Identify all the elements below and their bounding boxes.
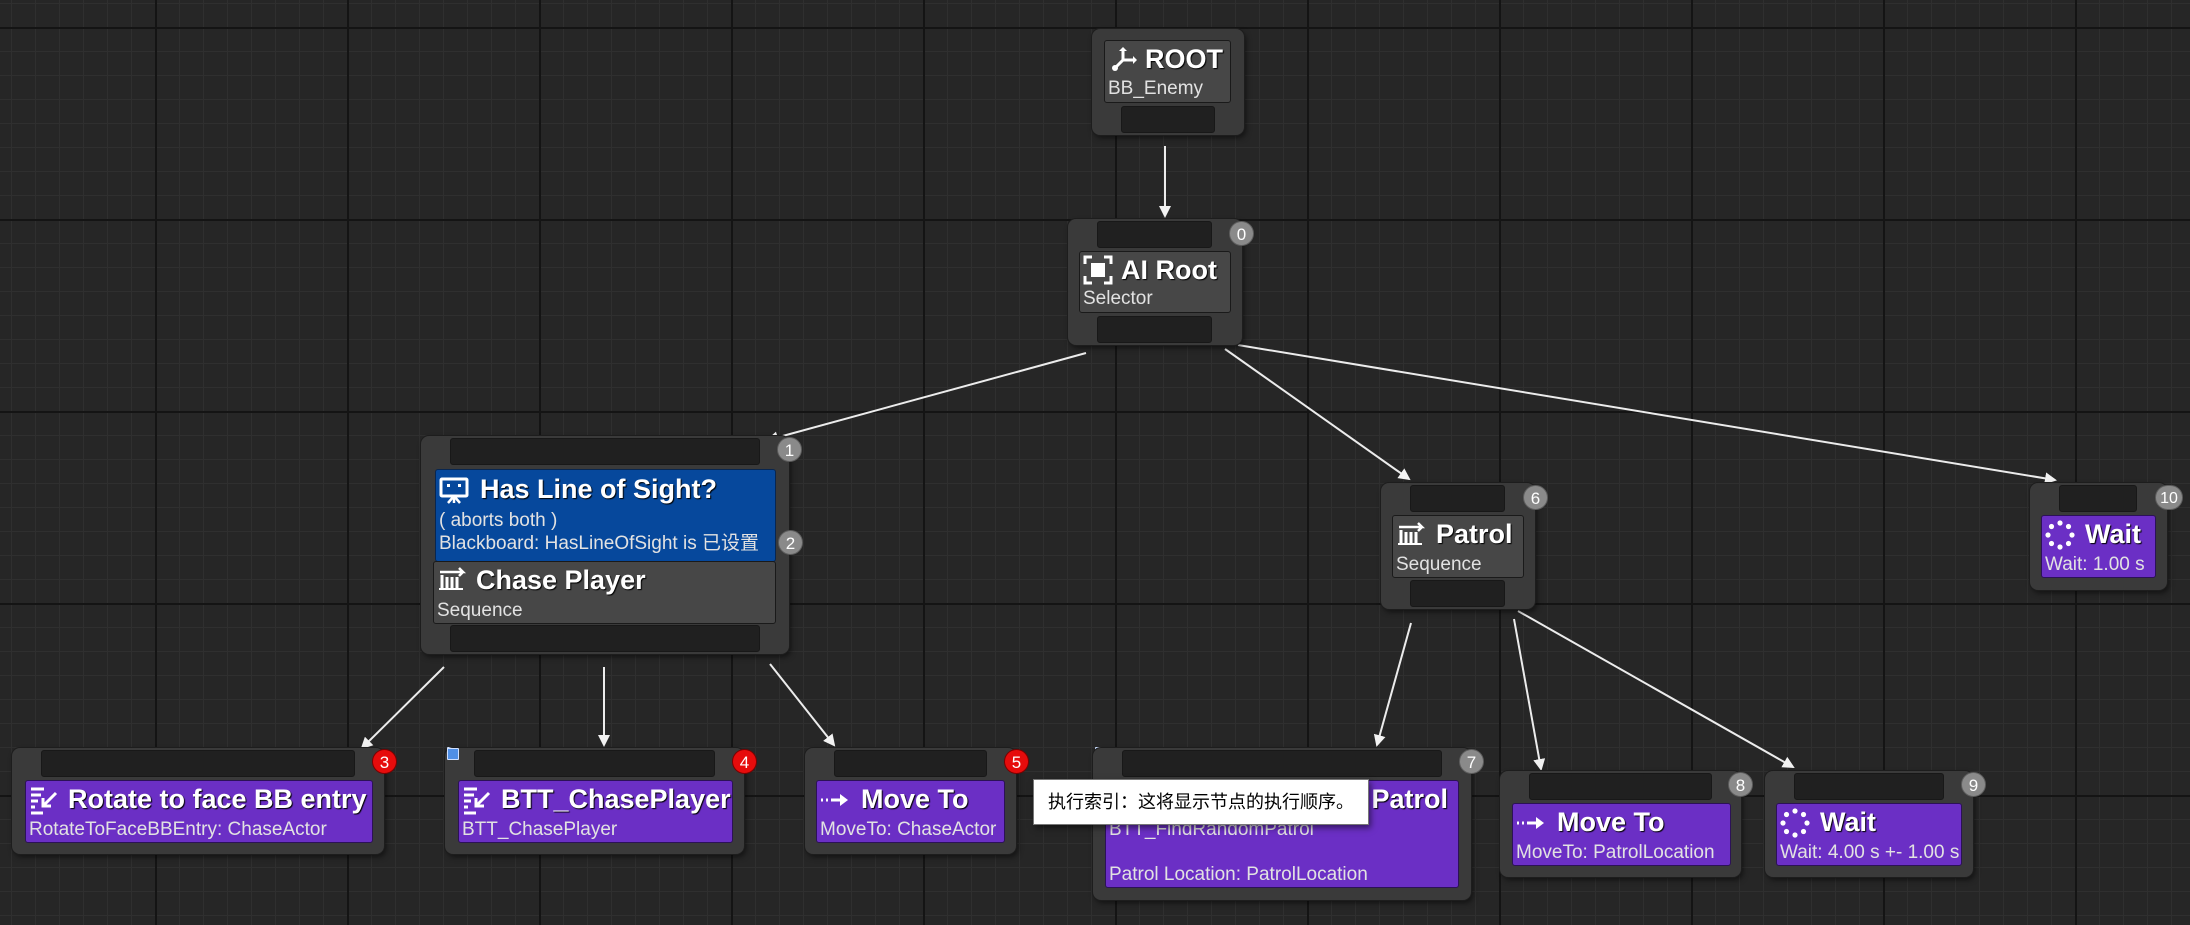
- find-random-patrol-location: Patrol Location: PatrolLocation: [1109, 864, 1368, 885]
- patrol-body: Patrol Sequence: [1392, 515, 1524, 578]
- ai-root-input-pin[interactable]: [1097, 221, 1212, 248]
- wire-patrol-find: [1373, 622, 1412, 747]
- move-to-chase-input-pin[interactable]: [834, 750, 987, 777]
- wire-airoot-chase: [766, 352, 1087, 444]
- wait-patrol-title: Wait: [1820, 807, 1876, 837]
- move-to-patrol-index-badge[interactable]: 8: [1728, 772, 1753, 797]
- sequence-icon: [1398, 522, 1426, 545]
- chase-player-input-pin[interactable]: [450, 438, 760, 465]
- wait-patrol-input-pin[interactable]: [1794, 773, 1944, 800]
- btt-chase-player-body: BTT_ChasePlayer BTT_ChasePlayer: [458, 780, 733, 843]
- root-title: ROOT: [1145, 44, 1223, 74]
- wire-patrol-wait: [1517, 610, 1795, 768]
- wire-chase-moveto: [769, 663, 836, 747]
- move-to-patrol-subtitle: MoveTo: PatrolLocation: [1516, 842, 1715, 863]
- patrol-index-badge[interactable]: 6: [1523, 485, 1548, 510]
- task-icon: [464, 787, 491, 815]
- decorator-flag-icon: [447, 748, 459, 760]
- wait-end-title: Wait: [2085, 519, 2141, 549]
- rotate-index-badge[interactable]: 3: [372, 749, 397, 774]
- execution-index-tooltip: 执行索引：这将显示节点的执行顺序。: [1033, 779, 1369, 825]
- patrol-input-pin[interactable]: [1410, 485, 1505, 512]
- move-arrow-icon: [1517, 817, 1544, 829]
- selector-icon: [1083, 255, 1113, 285]
- find-random-patrol-input-pin[interactable]: [1122, 750, 1442, 777]
- root-branch-icon: [1112, 47, 1137, 71]
- move-to-chase-title: Move To: [861, 784, 969, 814]
- wait-dots-icon: [1780, 808, 1810, 838]
- wire-airoot-patrol: [1224, 348, 1411, 481]
- move-to-patrol-node[interactable]: Move To MoveTo: PatrolLocation: [1500, 771, 1741, 877]
- wait-end-body: Wait Wait: 1.00 s: [2041, 515, 2156, 578]
- rotate-body: Rotate to face BB entry RotateToFaceBBEn…: [25, 780, 373, 843]
- sequence-icon: [439, 567, 467, 590]
- btt-chase-player-subtitle: BTT_ChasePlayer: [462, 819, 618, 840]
- wait-patrol-subtitle: Wait: 4.00 s +- 1.00 s: [1780, 842, 1960, 863]
- patrol-output-pin[interactable]: [1410, 580, 1505, 607]
- has-line-of-sight-title: Has Line of Sight?: [480, 474, 718, 504]
- chase-player-title: Chase Player: [476, 565, 646, 595]
- root-node[interactable]: ROOT BB_Enemy: [1092, 29, 1244, 135]
- patrol-subtitle: Sequence: [1396, 554, 1482, 575]
- ai-root-title: AI Root: [1121, 255, 1217, 285]
- wait-end-node[interactable]: Wait Wait: 1.00 s: [2030, 483, 2167, 590]
- find-random-patrol-title: Patrol: [1371, 784, 1448, 814]
- move-to-chase-node[interactable]: Move To MoveTo: ChaseActor: [805, 748, 1016, 854]
- move-to-chase-index-badge[interactable]: 5: [1004, 749, 1029, 774]
- rotate-subtitle: RotateToFaceBBEntry: ChaseActor: [29, 819, 327, 840]
- wait-patrol-node[interactable]: Wait Wait: 4.00 s +- 1.00 s: [1765, 771, 1973, 877]
- btt-chase-player-index-badge[interactable]: 4: [732, 749, 757, 774]
- rotate-input-pin[interactable]: [41, 750, 355, 777]
- has-line-of-sight-aborts: ( aborts both ): [439, 510, 558, 531]
- move-to-patrol-body: Move To MoveTo: PatrolLocation: [1512, 803, 1731, 866]
- wire-chase-rotate: [360, 666, 445, 750]
- ai-root-body: AI Root Selector: [1079, 251, 1231, 313]
- move-to-patrol-input-pin[interactable]: [1529, 773, 1712, 800]
- move-arrow-icon: [821, 794, 848, 806]
- chase-player-node[interactable]: Has Line of Sight? ( aborts both ) Black…: [421, 436, 789, 654]
- wait-patrol-index-badge[interactable]: 9: [1961, 772, 1986, 797]
- find-random-patrol-index-badge[interactable]: 7: [1459, 749, 1484, 774]
- ai-root-index-badge[interactable]: 0: [1229, 221, 1254, 246]
- has-line-of-sight-decorator[interactable]: Has Line of Sight? ( aborts both ) Black…: [435, 469, 776, 562]
- btt-chase-player-input-pin[interactable]: [474, 750, 715, 777]
- btt-chase-player-node[interactable]: BTT_ChasePlayer BTT_ChasePlayer: [445, 748, 744, 854]
- move-to-chase-body: Move To MoveTo: ChaseActor: [816, 780, 1005, 843]
- root-output-pin[interactable]: [1121, 106, 1215, 133]
- ai-root-node[interactable]: AI Root Selector: [1068, 219, 1242, 345]
- ai-root-output-pin[interactable]: [1097, 316, 1212, 343]
- wire-airoot-wait: [1237, 344, 2057, 485]
- root-node-body: ROOT BB_Enemy: [1104, 40, 1231, 103]
- move-to-chase-subtitle: MoveTo: ChaseActor: [820, 819, 997, 840]
- chase-player-output-pin[interactable]: [450, 625, 760, 652]
- patrol-node[interactable]: Patrol Sequence: [1381, 483, 1535, 609]
- patrol-title: Patrol: [1436, 519, 1513, 549]
- wire-patrol-moveto: [1513, 618, 1546, 771]
- btt-chase-player-title: BTT_ChasePlayer: [501, 784, 731, 814]
- chase-player-body: Chase Player Sequence: [433, 561, 776, 624]
- wait-end-subtitle: Wait: 1.00 s: [2045, 554, 2145, 575]
- wait-dots-icon: [2045, 520, 2075, 550]
- wait-end-input-pin[interactable]: [2059, 485, 2137, 512]
- has-line-of-sight-condition: Blackboard: HasLineOfSight is 已设置: [439, 533, 759, 554]
- chase-player-subtitle: Sequence: [437, 600, 523, 621]
- move-to-patrol-title: Move To: [1557, 807, 1665, 837]
- rotate-task-icon: [31, 787, 58, 815]
- monitor-icon: [439, 477, 469, 504]
- root-subtitle: BB_Enemy: [1108, 78, 1204, 99]
- ai-root-subtitle: Selector: [1083, 288, 1153, 309]
- rotate-title: Rotate to face BB entry: [68, 784, 367, 814]
- wait-end-index-badge[interactable]: 10: [2155, 485, 2183, 510]
- rotate-node[interactable]: Rotate to face BB entry RotateToFaceBBEn…: [12, 748, 384, 854]
- has-line-of-sight-index-badge[interactable]: 2: [778, 530, 803, 555]
- wait-patrol-body: Wait Wait: 4.00 s +- 1.00 s: [1776, 803, 1962, 866]
- chase-player-index-badge[interactable]: 1: [777, 437, 802, 462]
